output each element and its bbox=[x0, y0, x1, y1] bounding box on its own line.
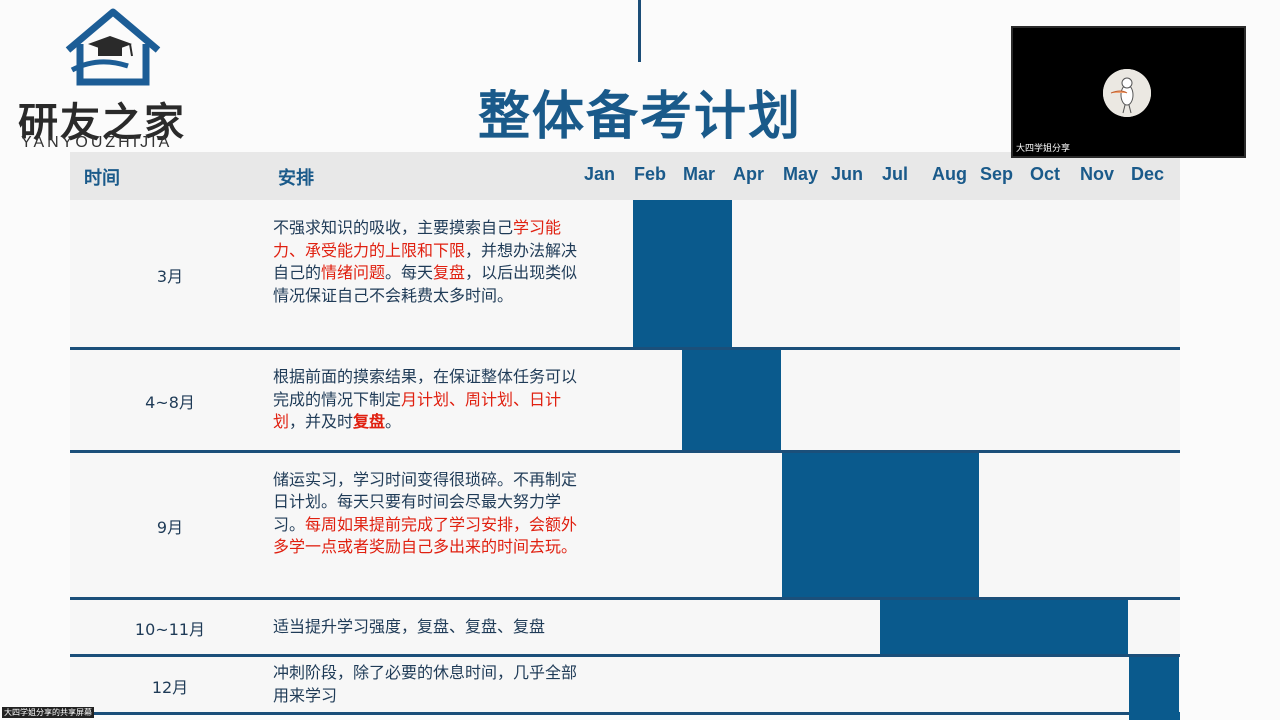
time-cell: 9月 bbox=[156, 518, 184, 537]
table-row: 4~8月 根据前面的摸索结果，在保证整体任务可以完成的情况下制定月计划、周计划、日… bbox=[70, 350, 1180, 453]
plan-cell: 适当提升学习强度，复盘、复盘、复盘 bbox=[273, 616, 583, 639]
month-header-may: May bbox=[783, 164, 819, 184]
top-divider bbox=[638, 0, 641, 62]
house-graduation-cap-icon bbox=[65, 8, 161, 86]
month-header-jan: Jan bbox=[584, 164, 616, 184]
month-header-apr: Apr bbox=[733, 164, 764, 184]
gantt-bar bbox=[1129, 657, 1179, 715]
table-row: 3月 不强求知识的吸收，主要摸索自己学习能力、承受能力的上限和下限，并想办法解决自… bbox=[70, 200, 1180, 350]
participant-name: 大四学姐分享 bbox=[1016, 144, 1071, 154]
plan-cell: 根据前面的摸索结果，在保证整体任务可以完成的情况下制定月计划、周计划、日计划，并… bbox=[273, 366, 583, 434]
month-header-mar: Mar bbox=[683, 164, 716, 184]
header-plan: 安排 bbox=[278, 168, 314, 189]
table-row: 12月 冲刺阶段，除了必要的休息时间，几乎全部用来学习 bbox=[70, 657, 1180, 715]
gantt-bar bbox=[633, 200, 732, 350]
plan-cell: 储运实习，学习时间变得很琐碎。不再制定日计划。每天只要有时间会尽最大努力学习。每… bbox=[273, 469, 583, 559]
gantt-bar bbox=[782, 453, 979, 600]
plan-text: 不强求知识的吸收，主要摸索自己 bbox=[273, 218, 514, 238]
share-screen-label: 大四学姐分享的共享屏幕 bbox=[2, 707, 94, 718]
cartoon-bird-icon bbox=[1103, 69, 1151, 117]
table-row: 10~11月 适当提升学习强度，复盘、复盘、复盘 bbox=[70, 600, 1180, 657]
highlighted-text: 复盘 bbox=[353, 412, 386, 432]
time-cell: 4~8月 bbox=[145, 393, 195, 412]
logo-english-text: YANYOUZHIJIA bbox=[21, 134, 173, 151]
month-header-jun: Jun bbox=[831, 164, 864, 184]
plan-text: 。每天 bbox=[385, 263, 434, 283]
month-header-sep: Sep bbox=[980, 164, 1014, 184]
plan-cell: 不强求知识的吸收，主要摸索自己学习能力、承受能力的上限和下限，并想办法解决自己的… bbox=[273, 217, 583, 307]
avatar bbox=[1103, 69, 1151, 117]
slide-title: 整体备考计划 bbox=[477, 87, 802, 147]
row-divider bbox=[70, 712, 1180, 715]
month-header-feb: Feb bbox=[634, 164, 667, 184]
month-header-jul: Jul bbox=[882, 164, 909, 184]
time-cell: 3月 bbox=[156, 266, 184, 286]
plan-text: 冲刺阶段，除了必要的休息时间，几乎全部用来学习 bbox=[273, 663, 578, 705]
plan-table: 时间 安排 Jan Feb Mar Apr May Jun Jul Aug Sep Oct Nov D… bbox=[70, 152, 1180, 720]
gantt-bar bbox=[682, 350, 781, 453]
highlighted-text: 情绪问题 bbox=[321, 263, 386, 283]
video-thumbnail[interactable]: 大四学姐分享 bbox=[1011, 26, 1246, 158]
table-row: 9月 储运实习，学习时间变得很琐碎。不再制定日计划。每天只要有时间会尽最大努力学习… bbox=[70, 453, 1180, 600]
month-header-dec: Dec bbox=[1131, 164, 1165, 184]
slide: 研友之家 YANYOUZHIJIA 整体备考计划 时间 安排 Jan Feb Mar… bbox=[0, 0, 1280, 720]
month-header-oct: Oct bbox=[1030, 164, 1061, 184]
plan-text: ，并及时 bbox=[289, 412, 354, 432]
plan-cell: 冲刺阶段，除了必要的休息时间，几乎全部用来学习 bbox=[273, 662, 583, 707]
logo: 研友之家 YANYOUZHIJIA bbox=[18, 8, 208, 151]
month-header-aug: Aug bbox=[932, 164, 967, 184]
table-header: 时间 安排 Jan Feb Mar Apr May Jun Jul Aug Sep Oct Nov D… bbox=[70, 152, 1180, 200]
header-time: 时间 bbox=[84, 168, 120, 189]
gantt-bar bbox=[1129, 712, 1180, 720]
time-cell: 10~11月 bbox=[134, 620, 206, 639]
month-header-nov: Nov bbox=[1080, 164, 1115, 184]
plan-text: 。 bbox=[385, 412, 402, 432]
highlighted-text: 复盘 bbox=[433, 263, 466, 283]
highlighted-text: 每周如果提前完成了学习安排，会额外多学一点或者奖励自己多出来的时间去玩。 bbox=[273, 514, 578, 557]
plan-text: 适当提升学习强度，复盘、复盘、复盘 bbox=[273, 616, 546, 636]
gantt-bar bbox=[880, 600, 1128, 657]
time-cell: 12月 bbox=[151, 677, 189, 697]
